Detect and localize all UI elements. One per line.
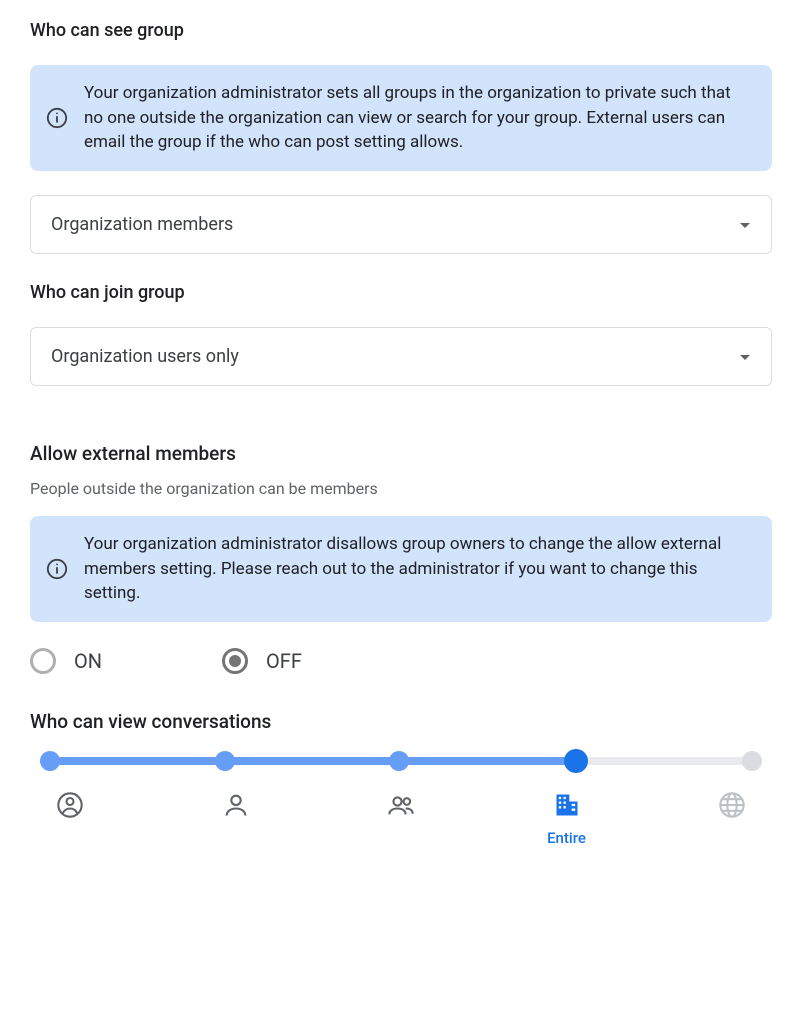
allow-external-on-radio[interactable]: ON (30, 648, 102, 674)
account-circle-icon (56, 791, 84, 823)
info-icon (46, 107, 68, 129)
chevron-down-icon (739, 347, 751, 366)
people-icon (387, 791, 415, 823)
building-icon (553, 791, 581, 823)
who-can-see-select[interactable]: Organization members (30, 195, 772, 254)
globe-icon (718, 791, 746, 823)
who-can-see-select-value: Organization members (51, 214, 233, 235)
radio-icon (30, 648, 56, 674)
allow-external-off-radio[interactable]: OFF (222, 648, 302, 674)
who-can-see-info-text: Your organization administrator sets all… (84, 81, 752, 155)
allow-external-description: People outside the organization can be m… (30, 479, 772, 498)
slider-label-entire: Entire (547, 829, 586, 847)
info-icon (46, 558, 68, 580)
person-icon (222, 791, 250, 823)
who-can-see-info-box: Your organization administrator sets all… (30, 65, 772, 171)
who-can-join-select[interactable]: Organization users only (30, 327, 772, 386)
who-can-view-convos-label: Who can view conversations (30, 710, 772, 733)
who-can-join-group-label: Who can join group (30, 282, 772, 303)
slider-stop-active[interactable] (564, 749, 588, 773)
slider-stop[interactable] (742, 751, 762, 771)
slider-stop[interactable] (389, 751, 409, 771)
allow-external-info-text: Your organization administrator disallow… (84, 532, 752, 606)
allow-external-info-box: Your organization administrator disallow… (30, 516, 772, 622)
who-can-view-slider[interactable]: Entire (30, 757, 772, 847)
slider-stop[interactable] (40, 751, 60, 771)
radio-label-on: ON (74, 649, 102, 673)
slider-stop[interactable] (215, 751, 235, 771)
chevron-down-icon (739, 215, 751, 234)
radio-icon (222, 648, 248, 674)
who-can-see-group-label: Who can see group (30, 20, 772, 41)
who-can-join-select-value: Organization users only (51, 346, 239, 367)
radio-label-off: OFF (266, 649, 302, 673)
allow-external-heading: Allow external members (30, 442, 772, 465)
